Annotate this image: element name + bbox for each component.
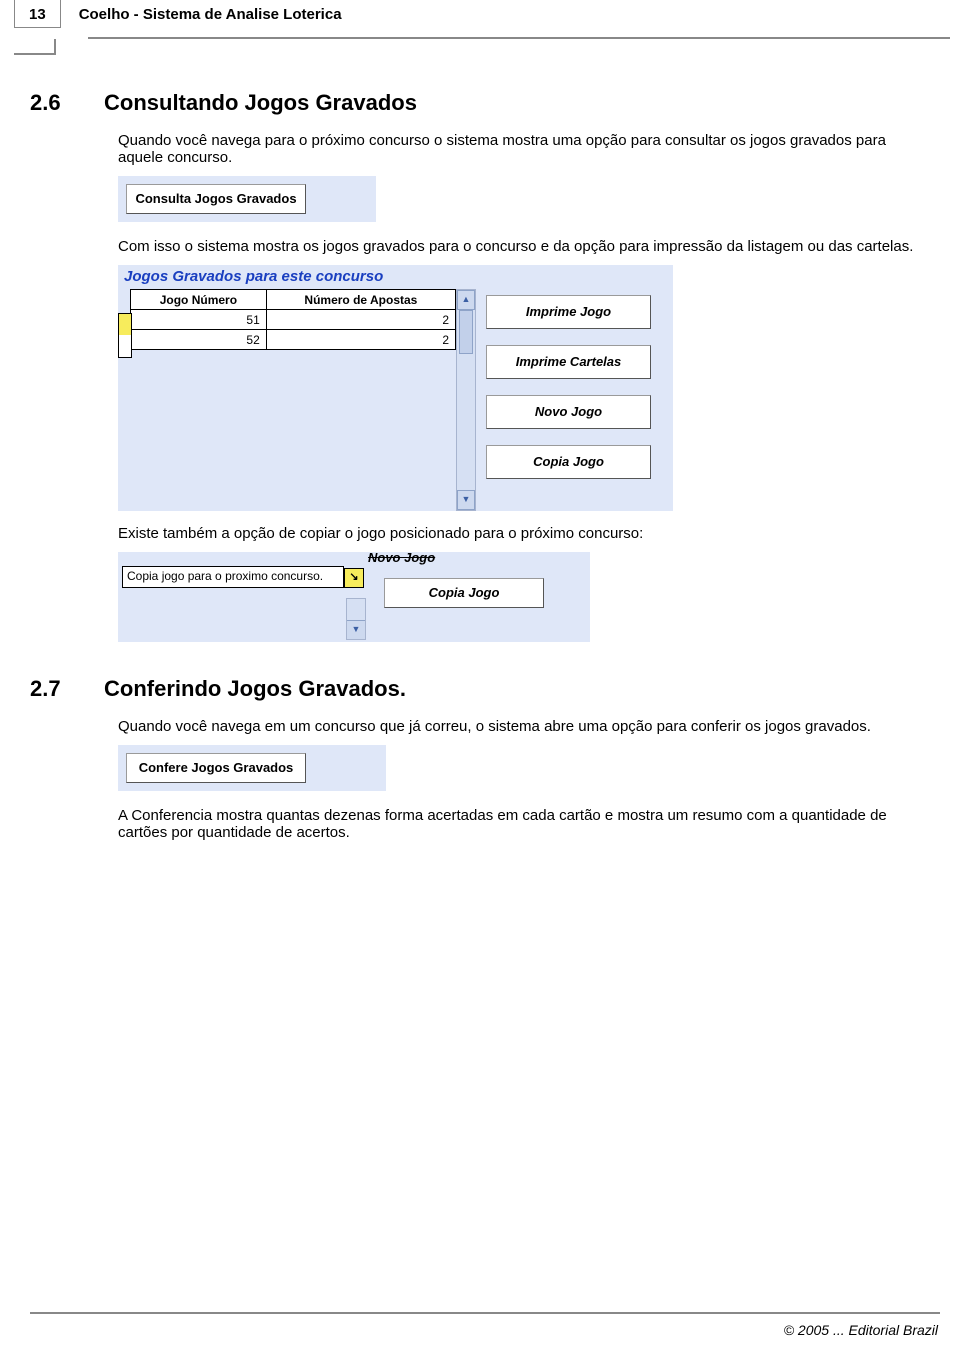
cell-numero-apostas: 2	[266, 310, 455, 330]
table-row[interactable]: 51 2	[131, 310, 456, 330]
section-2-6-heading: 2.6 Consultando Jogos Gravados	[30, 90, 924, 116]
novo-jogo-button[interactable]: Novo Jogo	[486, 395, 651, 429]
jogos-table: Jogo Número Número de Apostas 51 2 52 2	[130, 289, 456, 350]
row-selector-active[interactable]	[118, 313, 132, 337]
header-rule-corner	[14, 39, 56, 55]
screenshot-consulta-button-panel: Consulta Jogos Gravados	[118, 176, 376, 222]
copia-jogo-button[interactable]: Copia Jogo	[486, 445, 651, 479]
section-title: Consultando Jogos Gravados	[104, 90, 417, 116]
table-header-row: Jogo Número Número de Apostas	[131, 290, 456, 310]
screenshot-copia-jogo-panel: Novo Jogo Copia jogo para o proximo conc…	[118, 552, 590, 642]
paragraph: A Conferencia mostra quantas dezenas for…	[118, 807, 918, 841]
tooltip-text: Copia jogo para o proximo concurso.	[122, 566, 344, 588]
vertical-scrollbar[interactable]: ▲ ▼	[456, 289, 476, 511]
section-2-7-heading: 2.7 Conferindo Jogos Gravados.	[30, 676, 924, 702]
tooltip-pointer-icon: ↘	[344, 568, 364, 588]
document-title: Coelho - Sistema de Analise Loterica	[79, 6, 342, 23]
scroll-down-icon[interactable]: ▼	[457, 490, 475, 510]
paragraph: Com isso o sistema mostra os jogos grava…	[118, 238, 918, 255]
row-selector[interactable]	[118, 335, 132, 358]
scroll-thumb[interactable]	[459, 310, 473, 354]
confere-jogos-gravados-button[interactable]: Confere Jogos Gravados	[126, 753, 306, 783]
scroll-up-icon[interactable]: ▲	[457, 290, 475, 310]
column-header[interactable]: Jogo Número	[131, 290, 267, 310]
scrollbar-fragment[interactable]: ▼	[346, 598, 366, 640]
footer-rule	[30, 1312, 940, 1314]
column-header[interactable]: Número de Apostas	[266, 290, 455, 310]
copia-jogo-button[interactable]: Copia Jogo	[384, 578, 544, 608]
screenshot-jogos-gravados-panel: Jogos Gravados para este concurso Jogo N…	[118, 265, 673, 511]
scroll-down-icon[interactable]: ▼	[347, 620, 365, 639]
cell-jogo-numero: 52	[131, 330, 267, 350]
footer-copyright: © 2005 ... Editorial Brazil	[784, 1322, 938, 1338]
table-row[interactable]: 52 2	[131, 330, 456, 350]
panel-title: Jogos Gravados para este concurso	[118, 265, 673, 289]
page-number: 13	[14, 0, 61, 28]
cell-numero-apostas: 2	[266, 330, 455, 350]
cell-jogo-numero: 51	[131, 310, 267, 330]
truncated-label: Novo Jogo	[368, 550, 435, 565]
section-number: 2.7	[30, 676, 78, 702]
page-header: 13 Coelho - Sistema de Analise Loterica	[0, 0, 960, 28]
paragraph: Existe também a opção de copiar o jogo p…	[118, 525, 918, 542]
imprime-cartelas-button[interactable]: Imprime Cartelas	[486, 345, 651, 379]
section-number: 2.6	[30, 90, 78, 116]
paragraph: Quando você navega em um concurso que já…	[118, 718, 918, 735]
consulta-jogos-gravados-button[interactable]: Consulta Jogos Gravados	[126, 184, 306, 214]
section-title: Conferindo Jogos Gravados.	[104, 676, 406, 702]
imprime-jogo-button[interactable]: Imprime Jogo	[486, 295, 651, 329]
paragraph: Quando você navega para o próximo concur…	[118, 132, 918, 166]
screenshot-confere-button-panel: Confere Jogos Gravados	[118, 745, 386, 791]
header-rule	[88, 37, 950, 39]
